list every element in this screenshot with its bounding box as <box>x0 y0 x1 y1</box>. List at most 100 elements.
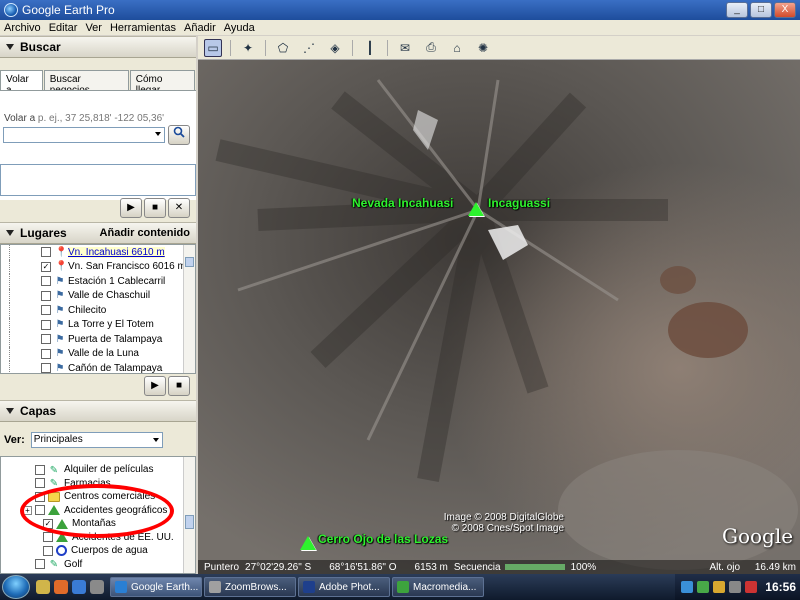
play-tour-button[interactable]: ▶ <box>120 198 142 218</box>
menu-ayuda[interactable]: Ayuda <box>220 22 259 34</box>
app-icon[interactable] <box>90 580 104 594</box>
start-button[interactable] <box>2 575 30 599</box>
layer-item[interactable]: Cuerpos de agua <box>1 544 195 558</box>
ruler-icon[interactable]: ┃ <box>361 39 379 57</box>
firefox-icon[interactable] <box>54 580 68 594</box>
tray-app-icon[interactable] <box>697 581 710 593</box>
add-path-icon[interactable]: ⋰ <box>300 39 318 57</box>
places-scrollbar[interactable] <box>183 245 195 373</box>
place-checkbox[interactable] <box>41 348 51 359</box>
layer-checkbox[interactable] <box>35 505 45 516</box>
map-label[interactable]: Cerro Ojo de las Lozas <box>318 532 448 546</box>
expand-icon[interactable]: + <box>23 505 32 515</box>
tab-como-llegar[interactable]: Cómo llegar <box>129 70 195 96</box>
ver-select[interactable]: Principales <box>30 432 163 448</box>
place-checkbox[interactable] <box>41 363 51 373</box>
layer-item[interactable]: Centros comerciales <box>1 490 195 504</box>
scrollbar-thumb[interactable] <box>185 515 194 529</box>
clock[interactable]: 16:56 <box>765 580 796 594</box>
layer-item[interactable]: ✓ Montañas <box>1 517 195 531</box>
show-desktop-icon[interactable] <box>36 580 50 594</box>
layer-checkbox[interactable] <box>35 478 45 489</box>
place-checkbox[interactable] <box>41 290 51 301</box>
add-placemark-icon[interactable]: ✦ <box>239 39 257 57</box>
buscar-header[interactable]: Buscar <box>0 36 196 58</box>
earth-view[interactable]: Nevada Incahuasi Incaguassi Cerro Ojo de… <box>198 60 800 574</box>
place-checkbox[interactable] <box>41 319 51 330</box>
layer-checkbox[interactable] <box>35 464 45 475</box>
mountain-marker-icon[interactable] <box>300 536 316 550</box>
google-maps-icon[interactable]: ⌂ <box>448 39 466 57</box>
sidebar-toggle-icon[interactable]: ▭ <box>204 38 222 57</box>
add-content-button[interactable]: Añadir contenido <box>100 227 190 239</box>
place-item[interactable]: ⚑ Valle de Chaschuil <box>1 288 195 303</box>
tray-app-icon[interactable] <box>713 581 726 593</box>
stop-button[interactable]: ■ <box>168 376 190 396</box>
tab-volar-a[interactable]: Volar a <box>0 70 43 96</box>
ie-icon[interactable] <box>72 580 86 594</box>
email-icon[interactable]: ✉ <box>396 39 414 57</box>
place-checkbox[interactable] <box>41 247 51 258</box>
stop-button[interactable]: ■ <box>144 198 166 218</box>
map-label[interactable]: Incaguassi <box>488 196 550 210</box>
menu-herramientas[interactable]: Herramientas <box>106 22 180 34</box>
scrollbar-thumb[interactable] <box>185 257 194 267</box>
capas-header[interactable]: Capas <box>0 400 196 422</box>
place-item[interactable]: ⚑ Cañón de Talampaya <box>1 361 195 373</box>
place-checkbox[interactable] <box>41 334 51 345</box>
water-ring-icon <box>56 545 67 557</box>
place-checkbox[interactable] <box>41 305 51 316</box>
menu-editar[interactable]: Editar <box>45 22 82 34</box>
search-input[interactable] <box>3 127 165 143</box>
taskbar-button[interactable]: Adobe Phot... <box>298 577 390 597</box>
play-tour-button[interactable]: ▶ <box>144 376 166 396</box>
print-icon[interactable]: ⎙ <box>422 39 440 57</box>
lugares-header[interactable]: Lugares Añadir contenido <box>0 222 196 244</box>
menu-ver[interactable]: Ver <box>81 22 106 34</box>
layer-checkbox[interactable] <box>35 559 45 570</box>
volume-icon[interactable] <box>729 581 742 593</box>
tab-buscar-negocios[interactable]: Buscar negocios <box>43 70 129 96</box>
place-item[interactable]: ⚑ Estación 1 Cablecarril <box>1 274 195 289</box>
layer-checkbox[interactable] <box>43 532 53 543</box>
place-item[interactable]: ⚑ Puerta de Talampaya <box>1 332 195 347</box>
search-button[interactable] <box>168 125 190 145</box>
place-item[interactable]: ⚑ Chilecito <box>1 303 195 318</box>
network-icon[interactable] <box>681 581 694 593</box>
tray-app-icon[interactable] <box>745 581 758 593</box>
place-item[interactable]: ⚑ La Torre y El Totem <box>1 317 195 332</box>
image-overlay-icon[interactable]: ◈ <box>326 39 344 57</box>
layer-checkbox[interactable]: ✓ <box>43 518 53 529</box>
layer-item[interactable]: + Accidentes geográficos <box>1 504 195 518</box>
clear-button[interactable]: ✕ <box>168 198 190 218</box>
close-button[interactable]: X <box>774 2 796 18</box>
toolbar-separator <box>352 39 353 56</box>
layers-scrollbar[interactable] <box>183 457 195 573</box>
taskbar-button[interactable]: Google Earth... <box>110 577 202 597</box>
layer-checkbox[interactable] <box>43 545 53 556</box>
layer-item[interactable]: Accidentes de EE. UU. <box>1 531 195 545</box>
add-polygon-icon[interactable]: ⬠ <box>274 39 292 57</box>
place-checkbox[interactable]: ✓ <box>41 261 51 272</box>
place-label: Valle de la Luna <box>68 348 139 360</box>
layer-item[interactable]: ✎ Farmacias <box>1 477 195 491</box>
taskbar-button[interactable]: ZoomBrows... <box>204 577 296 597</box>
layer-checkbox[interactable] <box>35 491 45 502</box>
mountain-marker-icon[interactable] <box>468 202 484 216</box>
place-checkbox[interactable] <box>41 276 51 287</box>
place-label: Vn. Incahuasi 6610 m <box>68 246 165 258</box>
place-item[interactable]: 📍 Vn. Incahuasi 6610 m <box>1 245 195 260</box>
map-label[interactable]: Nevada Incahuasi <box>352 196 453 210</box>
menu-anadir[interactable]: Añadir <box>180 22 220 34</box>
credit-line: © 2008 Cnes/Spot Image <box>451 523 564 534</box>
place-item[interactable]: ⚑ Valle de la Luna <box>1 346 195 361</box>
minimize-button[interactable]: _ <box>726 2 748 18</box>
layer-item[interactable]: ✎ Golf <box>1 558 195 572</box>
layer-item[interactable]: ✎ Alquiler de películas <box>1 463 195 477</box>
sky-switch-icon[interactable]: ✺ <box>474 39 492 57</box>
place-item[interactable]: ✓ 📍 Vn. San Francisco 6016 m <box>1 259 195 274</box>
maximize-button[interactable]: □ <box>750 2 772 18</box>
chevron-down-icon[interactable] <box>155 132 161 136</box>
taskbar-button[interactable]: Macromedia... <box>392 577 484 597</box>
menu-archivo[interactable]: Archivo <box>0 22 45 34</box>
